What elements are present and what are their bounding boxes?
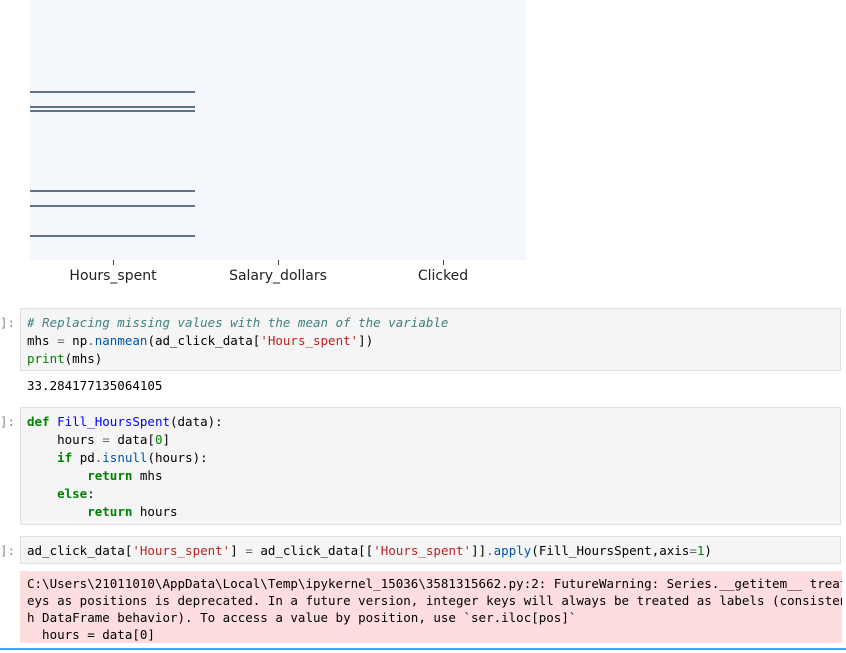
cell-output: 33.284177135064105 [27,378,163,393]
code-cell-1[interactable]: # Replacing missing values with the mean… [20,308,841,371]
x-tick [113,260,114,265]
missing-value-mark [30,110,195,112]
warning-line: h DataFrame behavior). To access a value… [27,610,577,625]
missing-values-heatmap [30,0,526,260]
code-cell-2[interactable]: def Fill_HoursSpent(data): hours = data[… [20,407,841,525]
missing-value-mark [30,205,195,207]
x-tick [443,260,444,265]
cell-prompt: ]: [0,315,16,330]
x-tick [278,260,279,265]
missing-value-mark [30,106,195,108]
x-tick-label: Salary_dollars [229,268,327,284]
warning-line: eys as positions is deprecated. In a fut… [27,593,842,608]
code-comment: # Replacing missing values with the mean… [27,315,449,330]
warning-line: C:\Users\21011010\AppData\Local\Temp\ipy… [27,576,842,591]
x-tick-label: Hours_spent [69,268,157,284]
x-tick-label: Clicked [417,268,469,284]
active-cell-border [0,648,846,650]
cell-prompt: ]: [0,414,16,429]
warning-output: C:\Users\21011010\AppData\Local\Temp\ipy… [20,571,842,643]
warning-line: hours = data[0] [27,627,155,642]
missing-value-mark [30,190,195,192]
cell-prompt: ]: [0,543,16,558]
missing-value-mark [30,91,195,93]
code-cell-3[interactable]: ad_click_data['Hours_spent'] = ad_click_… [20,536,841,564]
missing-value-mark [30,235,195,237]
